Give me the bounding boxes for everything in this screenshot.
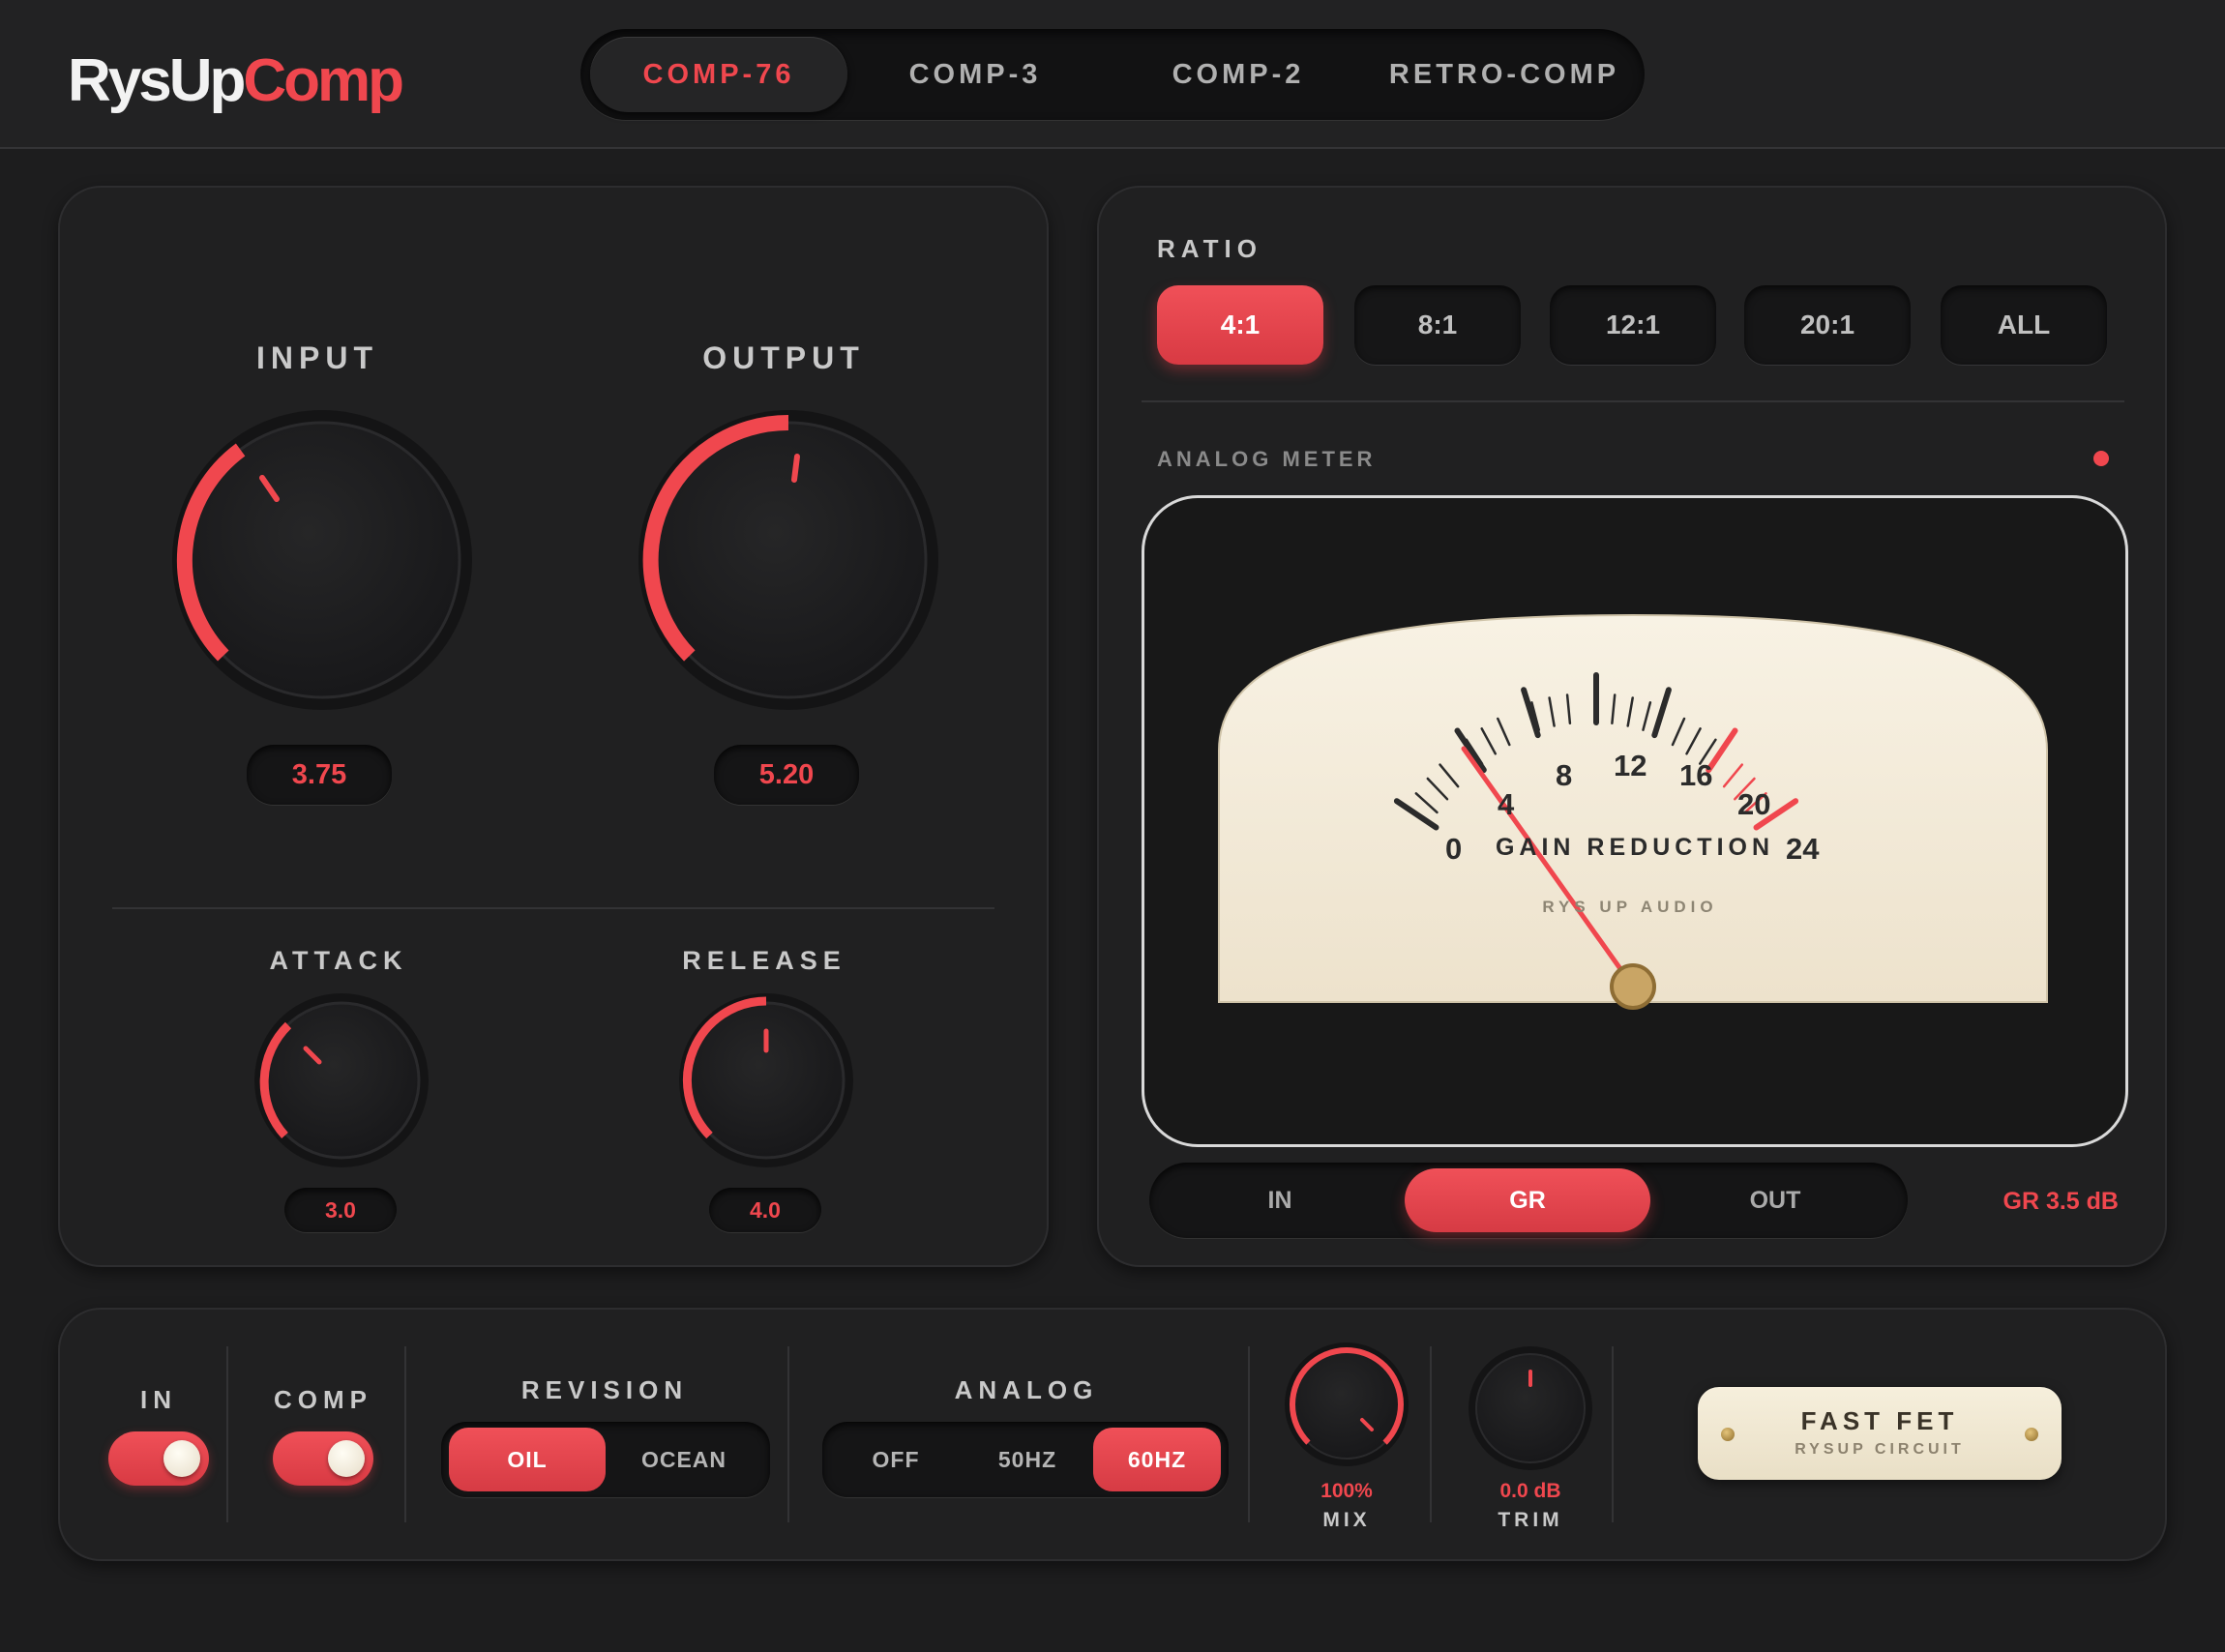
trim-knob[interactable] [1465, 1342, 1596, 1474]
separator [404, 1346, 406, 1522]
meter-scale-0: 0 [1445, 832, 1463, 866]
meter-divider [1142, 400, 2124, 402]
mix-knob[interactable] [1281, 1339, 1412, 1470]
logo-text-comp: Comp [243, 47, 404, 114]
release-knob[interactable] [674, 988, 858, 1172]
mix-value: 100% [1320, 1480, 1373, 1502]
meter-scale-8: 8 [1556, 758, 1573, 792]
attack-value: 3.0 [284, 1188, 397, 1232]
meter-led-indicator [2093, 451, 2109, 466]
comp-toggle-label: COMP [274, 1385, 372, 1414]
vu-meter-face [1218, 613, 2048, 1010]
ratio-all-button[interactable]: ALL [1941, 285, 2107, 365]
tab-comp-2[interactable]: COMP-2 [1118, 37, 1358, 112]
plate-title: FAST FET [1800, 1406, 1959, 1435]
gain-reduction-caption: GAIN REDUCTION [1495, 834, 1775, 861]
attack-label: ATTACK [269, 946, 408, 975]
comp-toggle-thumb [328, 1440, 365, 1477]
analog-off-button[interactable]: OFF [830, 1428, 962, 1491]
analog-60hz-button[interactable]: 60HZ [1093, 1428, 1221, 1491]
revision-label: REVISION [520, 1375, 689, 1404]
knob-divider [112, 907, 994, 909]
app-logo: RysUpComp [68, 46, 404, 115]
revision-ocean-button[interactable]: OCEAN [606, 1428, 762, 1491]
ratio-8-1-button[interactable]: 8:1 [1354, 285, 1521, 365]
input-label: INPUT [256, 340, 378, 375]
output-label: OUTPUT [702, 340, 865, 375]
meter-scale-12: 12 [1614, 749, 1647, 782]
meter-mode-gr[interactable]: GR [1405, 1168, 1650, 1232]
meter-mode-in[interactable]: IN [1157, 1168, 1403, 1232]
release-value: 4.0 [709, 1188, 821, 1232]
trim-value: 0.0 dB [1499, 1480, 1561, 1502]
meter-scale-20: 20 [1737, 787, 1771, 821]
tab-comp-3[interactable]: COMP-3 [855, 37, 1095, 112]
input-value: 3.75 [247, 745, 392, 805]
separator [1248, 1346, 1250, 1522]
logo-text-rysup: RysUp [68, 47, 246, 114]
trim-label: TRIM [1498, 1509, 1563, 1531]
gr-readout: GR 3.5 dB [2002, 1188, 2119, 1215]
revision-oil-button[interactable]: OIL [449, 1428, 606, 1491]
separator [787, 1346, 789, 1522]
comp-toggle[interactable] [273, 1431, 373, 1486]
meter-scale-24: 24 [1786, 832, 1820, 866]
needle-pivot [1610, 963, 1656, 1010]
in-toggle-label: IN [140, 1385, 177, 1414]
output-knob[interactable] [629, 400, 948, 720]
separator [1612, 1346, 1614, 1522]
separator [1430, 1346, 1432, 1522]
analog-meter-label: ANALOG METER [1157, 447, 1377, 471]
meter-mode-out[interactable]: OUT [1652, 1168, 1898, 1232]
meter-brand: RYS UP AUDIO [1542, 898, 1718, 916]
mix-label: MIX [1322, 1509, 1371, 1531]
release-label: RELEASE [682, 946, 846, 975]
plate-subtitle: RYSUP CIRCUIT [1795, 1441, 1965, 1458]
model-tab-bar: COMP-76 COMP-3 COMP-2 RETRO-COMP [580, 29, 1645, 120]
output-value: 5.20 [714, 745, 859, 805]
ratio-label: RATIO [1157, 234, 1262, 263]
ratio-4-1-button[interactable]: 4:1 [1157, 285, 1323, 365]
analog-50hz-button[interactable]: 50HZ [962, 1428, 1093, 1491]
in-toggle-thumb [163, 1440, 200, 1477]
meter-scale-4: 4 [1498, 787, 1515, 821]
tab-comp-76[interactable]: COMP-76 [590, 37, 847, 112]
in-toggle[interactable] [108, 1431, 209, 1486]
input-knob[interactable] [163, 400, 482, 720]
tab-retro-comp[interactable]: RETRO-COMP [1374, 37, 1635, 112]
ratio-20-1-button[interactable]: 20:1 [1744, 285, 1911, 365]
meter-scale-16: 16 [1679, 758, 1713, 792]
attack-knob[interactable] [250, 988, 433, 1172]
separator [226, 1346, 228, 1522]
ratio-12-1-button[interactable]: 12:1 [1550, 285, 1716, 365]
fast-fet-plate: FAST FET RYSUP CIRCUIT [1698, 1387, 2062, 1480]
analog-label: ANALOG [954, 1375, 1099, 1404]
